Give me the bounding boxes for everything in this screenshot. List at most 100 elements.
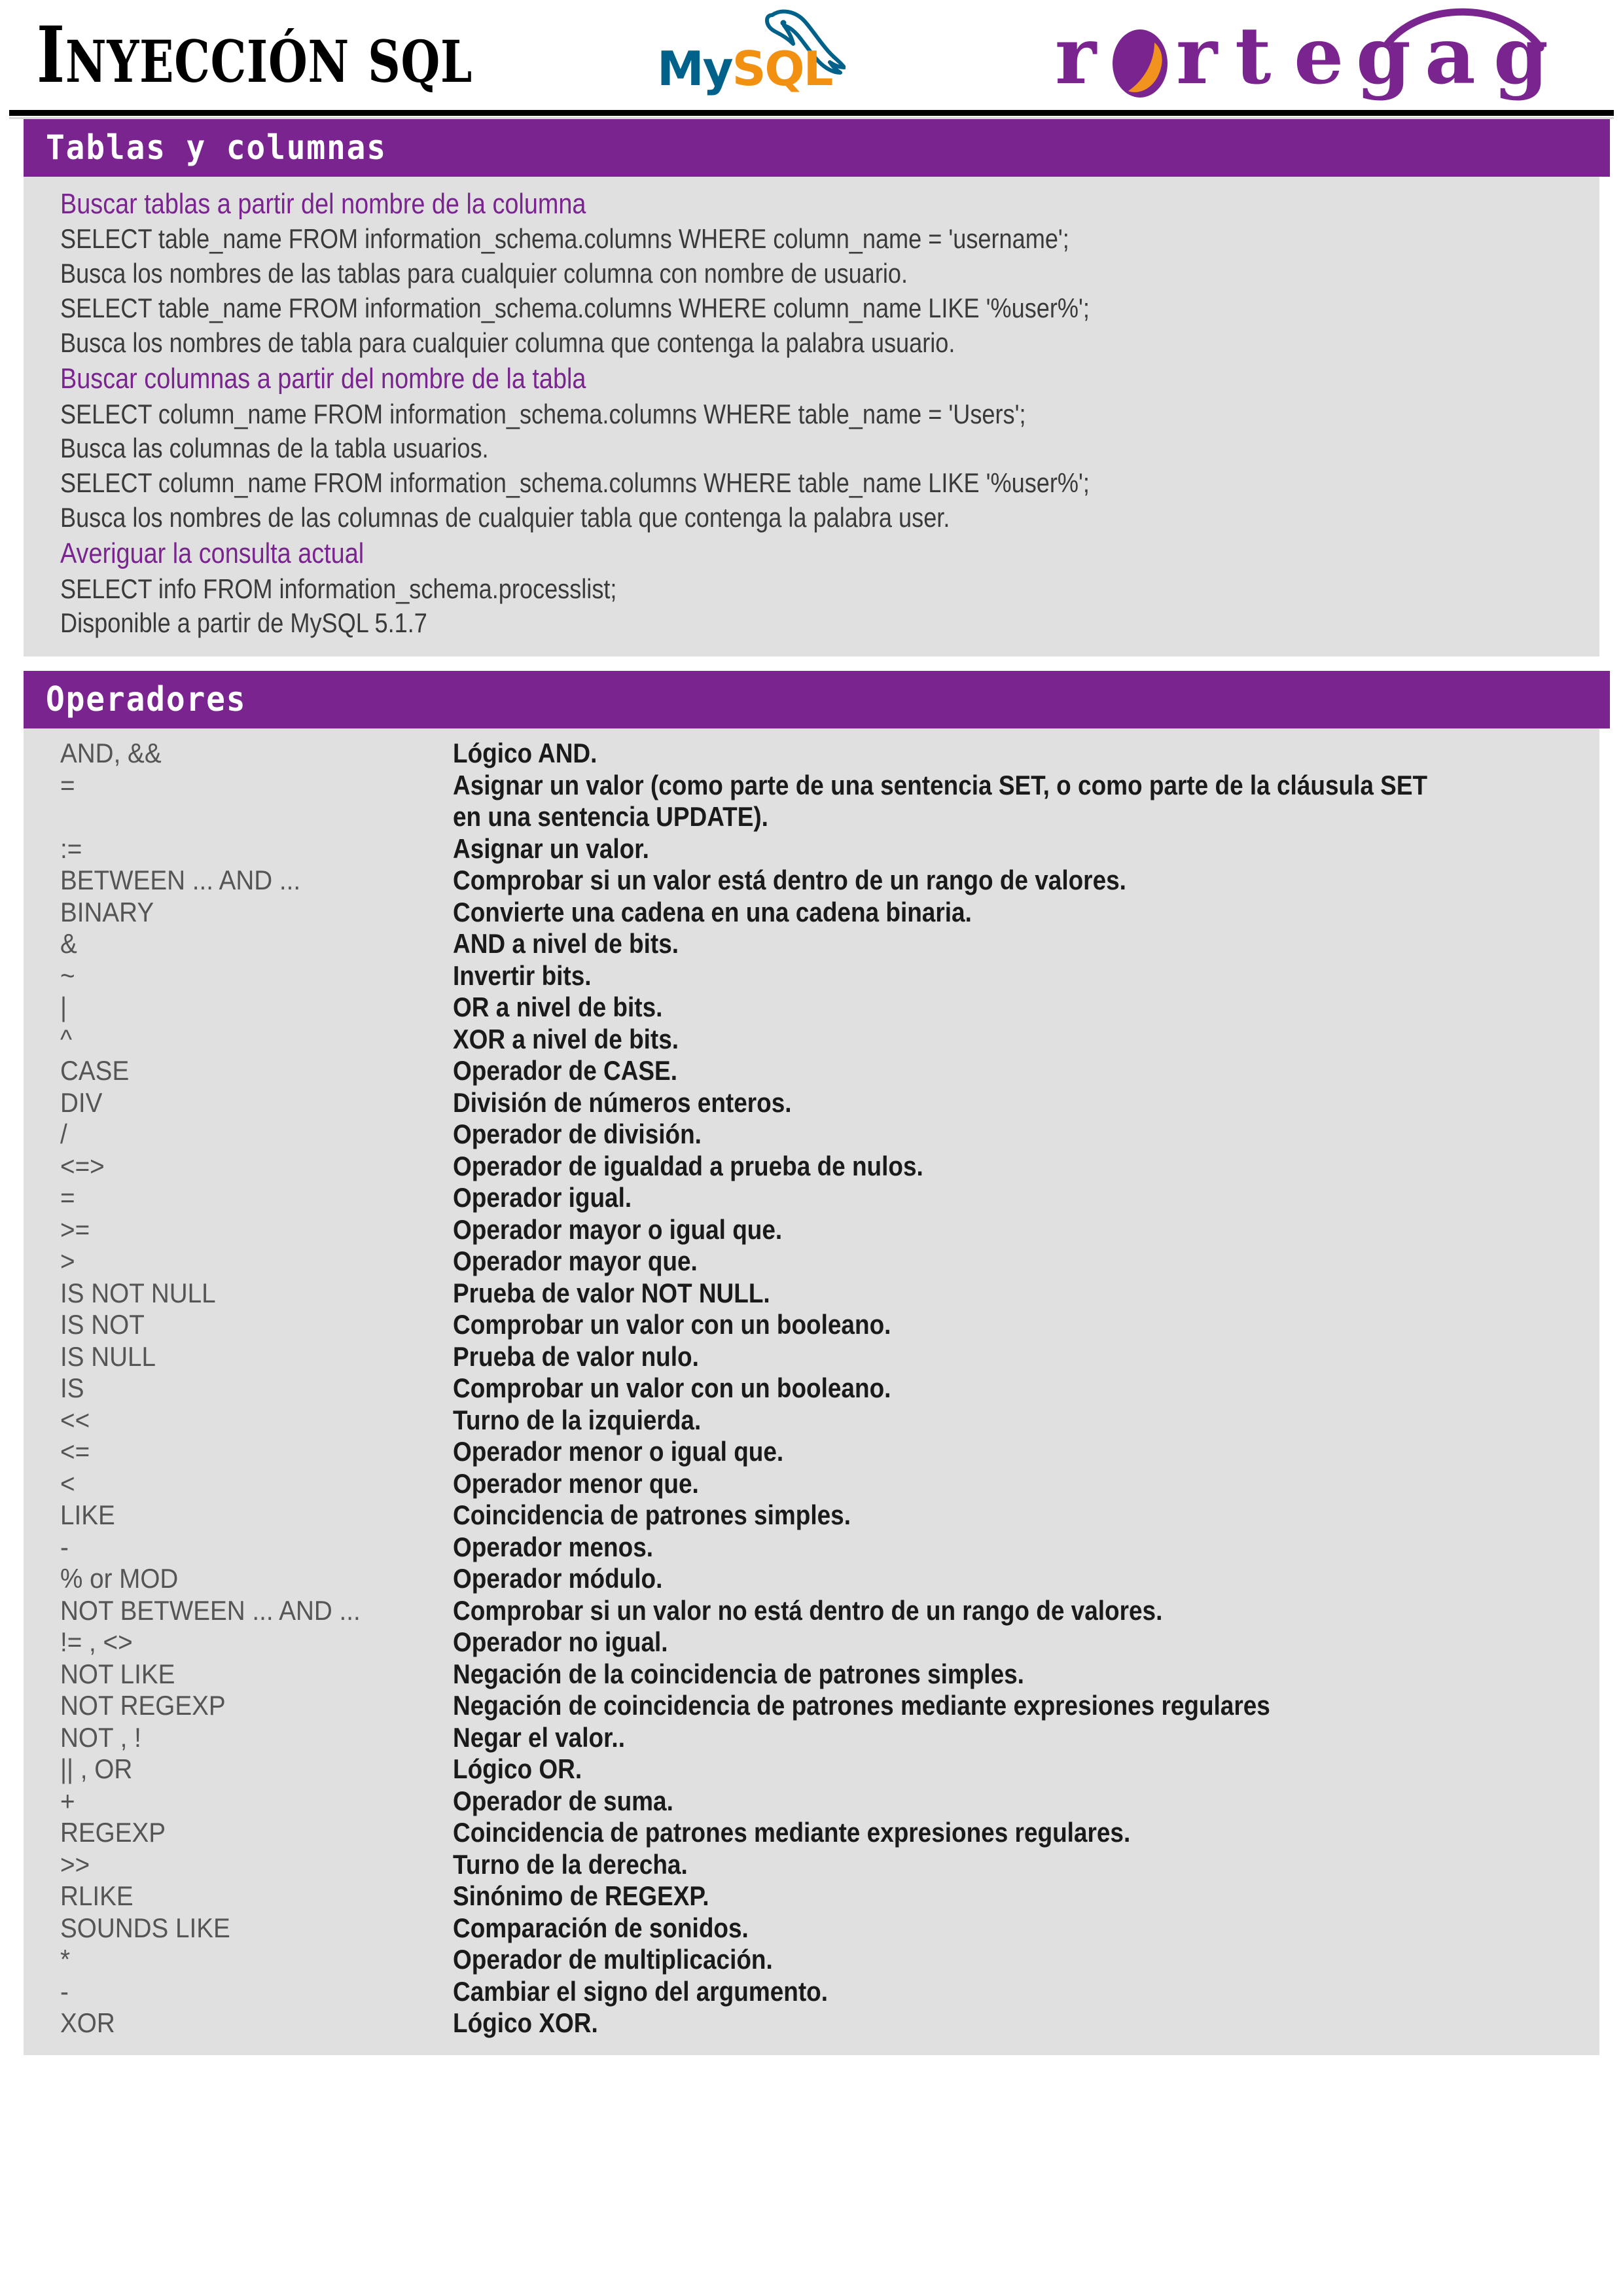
operator-description: OR a nivel de bits. bbox=[453, 992, 663, 1023]
operator-description: Asignar un valor (como parte de una sent… bbox=[453, 769, 1428, 833]
operator-cell: AND, && bbox=[60, 738, 453, 770]
operator-cell: CASE bbox=[60, 1055, 453, 1087]
operator-cell: > bbox=[60, 1246, 453, 1278]
operator-cell: <= bbox=[60, 1436, 453, 1468]
operator-cell: BINARY bbox=[60, 897, 453, 929]
page-title: INYECCIÓN SQL bbox=[37, 16, 596, 94]
operator-cell: BETWEEN ... AND ... bbox=[60, 865, 453, 897]
table-row: <=> Operador de igualdad a prueba de nulo… bbox=[60, 1151, 1573, 1183]
operator-name: = bbox=[60, 1182, 75, 1213]
table-row: XOR Lógico XOR. bbox=[60, 2007, 1573, 2039]
operator-cell: XOR bbox=[60, 2007, 453, 2039]
description-cell: Operador mayor o igual que. bbox=[453, 1214, 1573, 1246]
operator-cell: := bbox=[60, 833, 453, 865]
table-row: > Operador mayor que. bbox=[60, 1246, 1573, 1278]
operator-description: Operador igual. bbox=[453, 1182, 632, 1213]
operator-cell: - bbox=[60, 1976, 453, 2008]
table-row: RLIKE Sinónimo de REGEXP. bbox=[60, 1880, 1573, 1912]
description-cell: Turno de la izquierda. bbox=[453, 1405, 1573, 1437]
operator-name: SOUNDS LIKE bbox=[60, 1912, 230, 1943]
operator-name: = bbox=[60, 769, 75, 800]
operator-name: DIV bbox=[60, 1086, 103, 1118]
operator-description: Operador no igual. bbox=[453, 1626, 668, 1658]
operator-description: XOR a nivel de bits. bbox=[453, 1023, 679, 1054]
operator-description: Comprobar un valor con un booleano. bbox=[453, 1309, 891, 1340]
content-line: SELECT column_name FROM information_sche… bbox=[60, 398, 1026, 429]
svg-text:g: g bbox=[1493, 10, 1548, 102]
operator-description: Convierte una cadena en una cadena binar… bbox=[453, 896, 972, 927]
operator-cell: DIV bbox=[60, 1087, 453, 1119]
operator-name: % or MOD bbox=[60, 1563, 179, 1594]
section-header-bar: Operadores bbox=[24, 671, 1610, 729]
operator-name: / bbox=[60, 1119, 67, 1150]
description-cell: XOR a nivel de bits. bbox=[453, 1024, 1573, 1056]
section-tablas-y-columnas: Tablas y columnas Buscar tablas a partir… bbox=[0, 119, 1623, 657]
operator-name: != , <> bbox=[60, 1626, 133, 1658]
table-row: NOT , ! Negar el valor.. bbox=[60, 1722, 1573, 1754]
operator-cell: != , <> bbox=[60, 1626, 453, 1659]
operator-description: División de números enteros. bbox=[453, 1086, 792, 1118]
description-cell: Operador no igual. bbox=[453, 1626, 1573, 1659]
content-line: Busca los nombres de tabla para cualquie… bbox=[60, 327, 955, 359]
table-row: - Operador menos. bbox=[60, 1532, 1573, 1564]
operator-cell: SOUNDS LIKE bbox=[60, 1912, 453, 1945]
operator-description: Operador mayor que. bbox=[453, 1246, 698, 1277]
table-row: NOT REGEXP Negación de coincidencia de pa… bbox=[60, 1690, 1573, 1722]
table-row: >= Operador mayor o igual que. bbox=[60, 1214, 1573, 1246]
content-line: SELECT column_name FROM information_sche… bbox=[60, 467, 1090, 499]
operators-table: AND, && Lógico AND. = Asignar un valor (com… bbox=[60, 738, 1573, 2039]
operator-name: < bbox=[60, 1467, 75, 1499]
operator-name: XOR bbox=[60, 2007, 115, 2039]
table-row: & AND a nivel de bits. bbox=[60, 928, 1573, 960]
description-cell: AND a nivel de bits. bbox=[453, 928, 1573, 960]
content-line: SELECT info FROM information_schema.proc… bbox=[60, 573, 617, 604]
content-line: Busca los nombres de las tablas para cua… bbox=[60, 258, 908, 289]
content-line: SELECT table_name FROM information_schem… bbox=[60, 293, 1090, 324]
operator-description: Operador de igualdad a prueba de nulos. bbox=[453, 1150, 923, 1181]
operator-cell: IS bbox=[60, 1372, 453, 1405]
description-cell: Operador de división. bbox=[453, 1119, 1573, 1151]
operator-description: Lógico XOR. bbox=[453, 2007, 598, 2039]
table-row: <= Operador menor o igual que. bbox=[60, 1436, 1573, 1468]
operator-name: NOT BETWEEN ... AND ... bbox=[60, 1594, 361, 1626]
operator-cell: RLIKE bbox=[60, 1880, 453, 1912]
operator-cell: & bbox=[60, 928, 453, 960]
description-cell: Prueba de valor nulo. bbox=[453, 1341, 1573, 1373]
table-row: BETWEEN ... AND ... Comprobar si un valor… bbox=[60, 865, 1573, 897]
description-cell: Cambiar el signo del argumento. bbox=[453, 1976, 1573, 2008]
operator-name: BINARY bbox=[60, 896, 154, 927]
operator-cell: NOT , ! bbox=[60, 1722, 453, 1754]
table-row: = Operador igual. bbox=[60, 1182, 1573, 1214]
operator-description: Negación de la coincidencia de patrones … bbox=[453, 1658, 1024, 1689]
operator-description: AND a nivel de bits. bbox=[453, 928, 679, 960]
svg-text:r: r bbox=[1055, 10, 1097, 102]
operator-description: Lógico OR. bbox=[453, 1753, 582, 1785]
table-row: + Operador de suma. bbox=[60, 1785, 1573, 1818]
operator-description: Comprobar si un valor no está dentro de … bbox=[453, 1594, 1163, 1626]
description-cell: Negación de la coincidencia de patrones … bbox=[453, 1659, 1573, 1691]
operator-cell: ~ bbox=[60, 960, 453, 992]
section-title: Tablas y columnas bbox=[46, 128, 387, 168]
operator-name: BETWEEN ... AND ... bbox=[60, 865, 301, 896]
operator-description: Operador de división. bbox=[453, 1119, 702, 1150]
operator-name: CASE bbox=[60, 1055, 130, 1086]
table-row: CASE Operador de CASE. bbox=[60, 1055, 1573, 1087]
description-cell: Coincidencia de patrones mediante expres… bbox=[453, 1817, 1573, 1849]
operator-description: Operador de multiplicación. bbox=[453, 1944, 773, 1975]
description-cell: Comprobar si un valor está dentro de un … bbox=[453, 865, 1573, 897]
operator-cell: IS NULL bbox=[60, 1341, 453, 1373]
operator-cell: | bbox=[60, 992, 453, 1024]
operator-name: ~ bbox=[60, 960, 75, 991]
rortegag-logo-mark: r r t e g a g bbox=[1055, 8, 1548, 102]
table-row: REGEXP Coincidencia de patrones mediante … bbox=[60, 1817, 1573, 1849]
table-row: < Operador menor que. bbox=[60, 1468, 1573, 1500]
table-row: >> Turno de la derecha. bbox=[60, 1849, 1573, 1881]
table-row: SOUNDS LIKE Comparación de sonidos. bbox=[60, 1912, 1573, 1945]
mysql-wordmark: MySQL bbox=[657, 45, 834, 92]
operator-name: >= bbox=[60, 1213, 90, 1245]
operator-cell: = bbox=[60, 770, 453, 833]
operator-description: Operador menor o igual que. bbox=[453, 1436, 784, 1467]
description-cell: Operador de igualdad a prueba de nulos. bbox=[453, 1151, 1573, 1183]
operator-cell: - bbox=[60, 1532, 453, 1564]
table-row: BINARY Convierte una cadena en una cadena… bbox=[60, 897, 1573, 929]
